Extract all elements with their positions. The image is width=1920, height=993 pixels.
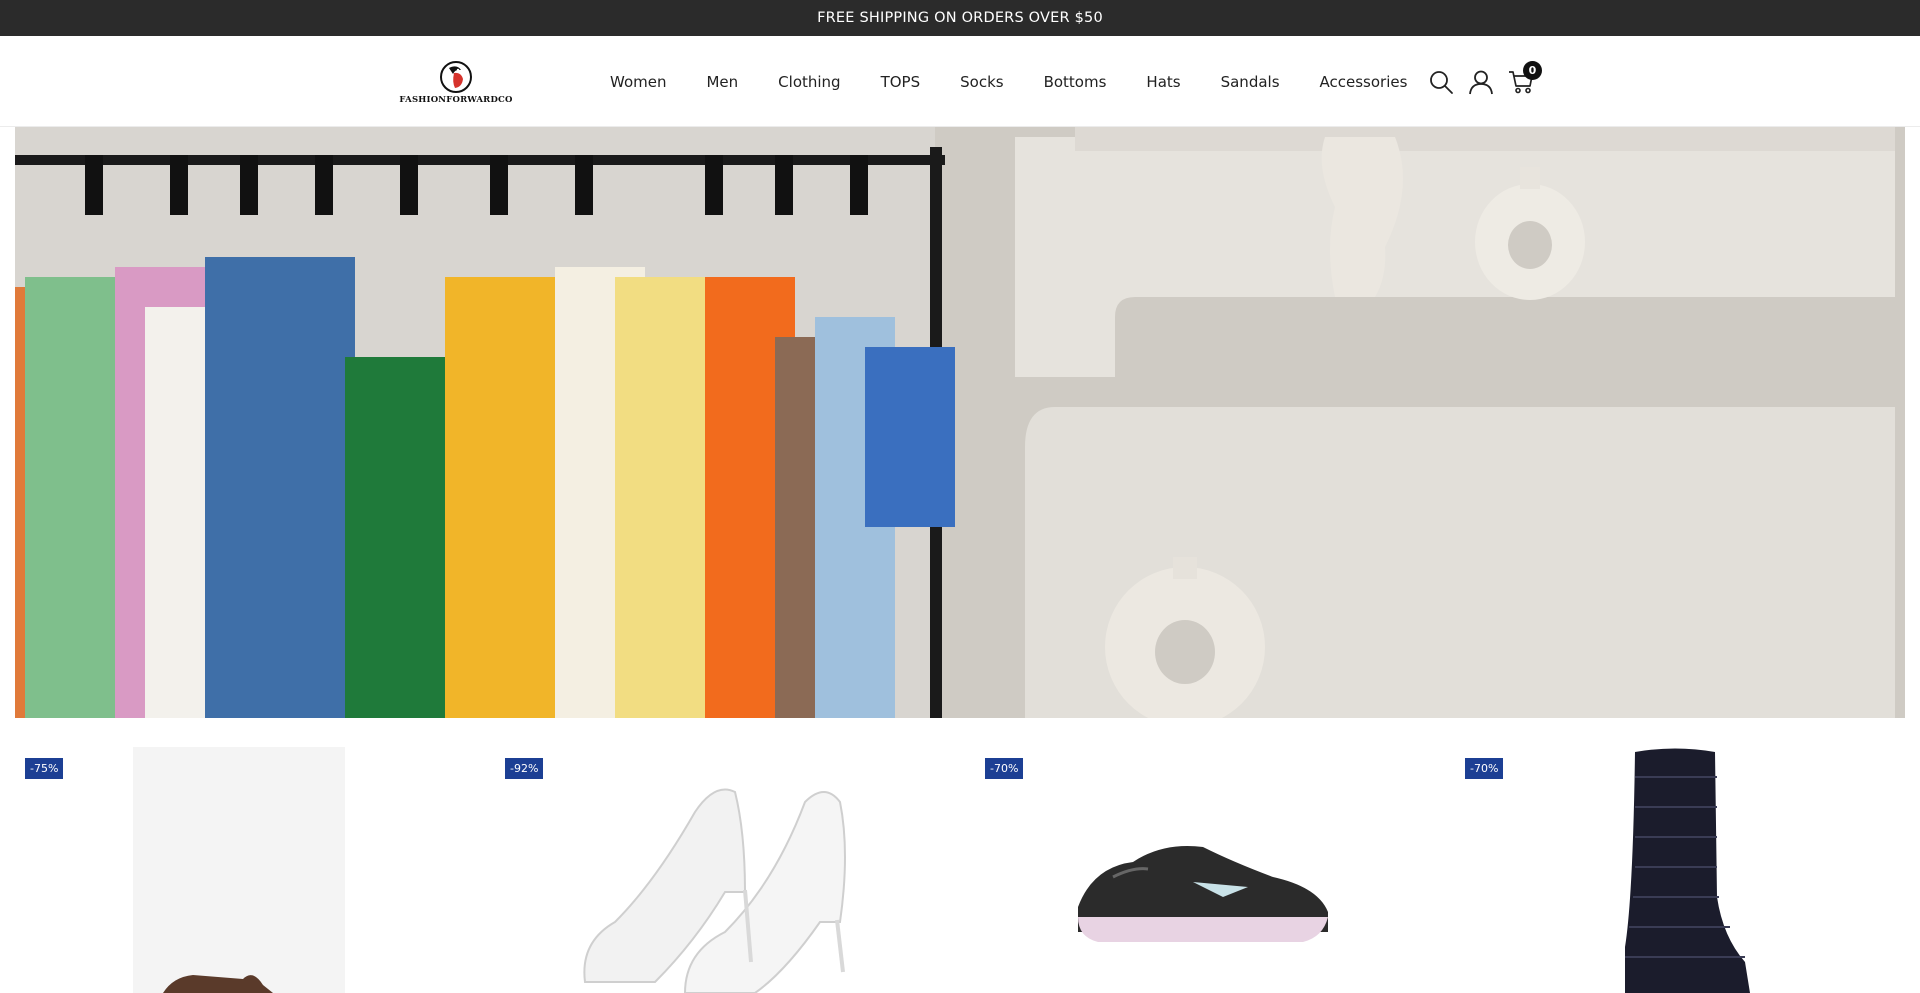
site-header: FASHIONFORWARDCO Women Men Clothing TOPS… bbox=[0, 36, 1920, 127]
nav-item-tops[interactable]: TOPS bbox=[881, 73, 921, 91]
cart-icon[interactable]: 0 bbox=[1506, 61, 1542, 97]
brown-loafer-image bbox=[133, 747, 345, 993]
main-nav: Women Men Clothing TOPS Socks Bottoms Ha… bbox=[610, 36, 1407, 127]
search-icon[interactable] bbox=[1426, 67, 1456, 97]
discount-badge: -75% bbox=[25, 758, 64, 779]
nav-item-hats[interactable]: Hats bbox=[1146, 73, 1180, 91]
brand-name: FASHIONFORWARDCO bbox=[399, 95, 513, 105]
nav-item-clothing[interactable]: Clothing bbox=[778, 73, 840, 91]
cart-count-badge: 0 bbox=[1523, 61, 1542, 80]
discount-badge: -92% bbox=[505, 758, 544, 779]
white-pump-image bbox=[583, 788, 846, 993]
nav-item-sandals[interactable]: Sandals bbox=[1221, 73, 1280, 91]
discount-badge: -70% bbox=[985, 758, 1024, 779]
nav-item-men[interactable]: Men bbox=[706, 73, 738, 91]
product-grid: -75% -92% -70% -70% bbox=[0, 747, 1920, 993]
product-card[interactable]: -92% bbox=[495, 747, 955, 993]
product-card[interactable]: -75% bbox=[15, 747, 475, 993]
announcement-text: FREE SHIPPING ON ORDERS OVER $50 bbox=[817, 10, 1103, 26]
nav-item-accessories[interactable]: Accessories bbox=[1320, 73, 1408, 91]
clothing-rack-hero-image bbox=[15, 127, 1905, 718]
discount-badge: -70% bbox=[1465, 758, 1504, 779]
product-card[interactable]: -70% bbox=[1455, 747, 1915, 993]
logo-bird-icon bbox=[440, 61, 472, 93]
black-sneaker-image bbox=[1078, 846, 1328, 942]
nav-item-socks[interactable]: Socks bbox=[960, 73, 1003, 91]
nav-item-women[interactable]: Women bbox=[610, 73, 666, 91]
user-icon[interactable] bbox=[1466, 67, 1496, 97]
announcement-bar: FREE SHIPPING ON ORDERS OVER $50 bbox=[0, 0, 1920, 36]
product-card[interactable]: -70% bbox=[975, 747, 1435, 993]
hero-banner[interactable] bbox=[15, 127, 1905, 718]
brand-logo[interactable]: FASHIONFORWARDCO bbox=[399, 60, 512, 106]
black-boot-image bbox=[1625, 748, 1750, 993]
header-icons: 0 bbox=[1426, 61, 1546, 98]
nav-item-bottoms[interactable]: Bottoms bbox=[1044, 73, 1107, 91]
